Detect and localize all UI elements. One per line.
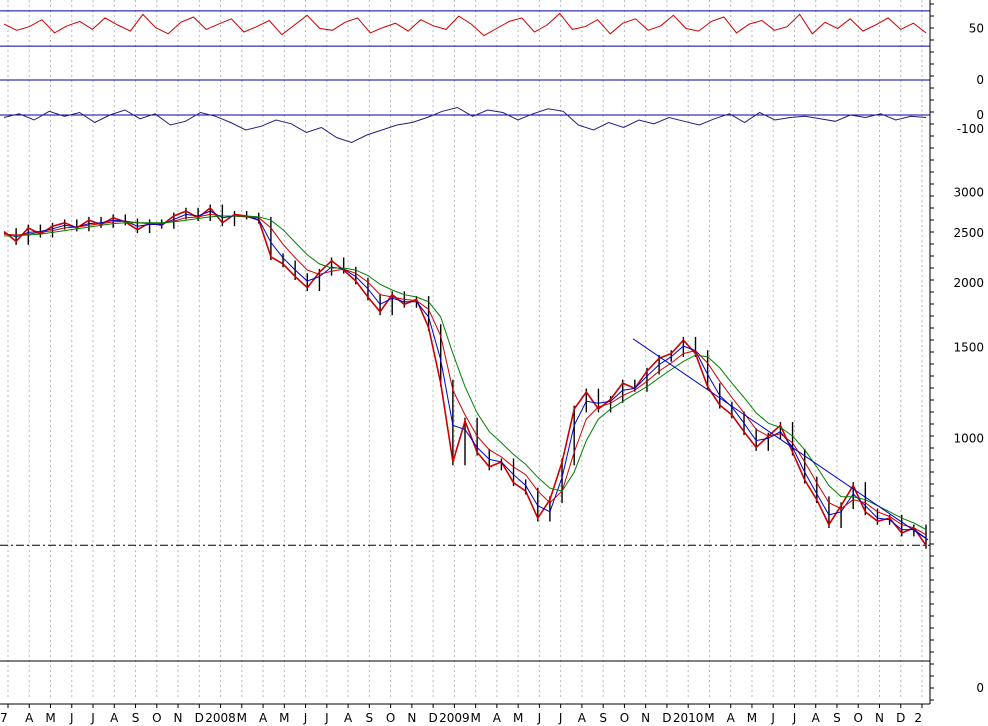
time-axis-label: 2 xyxy=(914,711,922,725)
time-axis-label: M xyxy=(470,711,480,725)
time-axis-label: J xyxy=(324,711,329,725)
time-axis-label: A xyxy=(493,711,502,725)
time-axis-label: 2008 xyxy=(205,711,236,725)
price-tick-label: 1500 xyxy=(953,341,984,355)
time-axis-label: O xyxy=(152,711,161,725)
time-axis-label: D xyxy=(428,711,437,725)
momentum-tick-label: -100 xyxy=(957,122,984,136)
time-axis-label: S xyxy=(833,711,841,725)
time-axis-label: J xyxy=(90,711,95,725)
time-axis-label: 2009 xyxy=(439,711,470,725)
time-axis-label: J xyxy=(558,711,563,725)
time-axis-label: D xyxy=(195,711,204,725)
rsi-tick-label: 50 xyxy=(969,22,984,36)
time-axis-label: A xyxy=(344,711,353,725)
stock-chart: 5000-100300025002000150010000 7AMJJASOND… xyxy=(0,0,988,726)
price-tick-label: 3000 xyxy=(953,185,984,199)
time-axis-label: M xyxy=(747,711,757,725)
chart-background xyxy=(0,0,988,726)
volume-tick-label: 0 xyxy=(976,681,984,695)
time-axis-label: J xyxy=(537,711,542,725)
momentum-tick-label: 0 xyxy=(976,108,984,122)
time-axis-label: J xyxy=(770,711,775,725)
time-axis-label: M xyxy=(513,711,523,725)
time-axis-label: M xyxy=(45,711,55,725)
price-tick-label: 2500 xyxy=(953,226,984,240)
time-axis-label: A xyxy=(812,711,821,725)
price-tick-label: 2000 xyxy=(953,276,984,290)
time-axis-label: J xyxy=(792,711,797,725)
time-axis-label: O xyxy=(854,711,863,725)
time-axis-label: S xyxy=(132,711,140,725)
time-axis-label: O xyxy=(386,711,395,725)
time-axis-label: A xyxy=(259,711,268,725)
time-axis-label: N xyxy=(875,711,884,725)
time-axis-label: S xyxy=(366,711,374,725)
time-axis-label: N xyxy=(174,711,183,725)
time-axis-label: M xyxy=(237,711,247,725)
time-axis-label: 2010 xyxy=(673,711,704,725)
time-axis-label: M xyxy=(279,711,289,725)
time-axis-label: D xyxy=(896,711,905,725)
time-axis-label: A xyxy=(110,711,119,725)
time-axis-label: S xyxy=(599,711,607,725)
time-axis-label: N xyxy=(641,711,650,725)
momentum-tick-label: 0 xyxy=(976,73,984,87)
time-axis-label: M xyxy=(704,711,714,725)
time-axis-label: A xyxy=(727,711,736,725)
time-axis-label: D xyxy=(662,711,671,725)
time-axis-label: 7 xyxy=(0,711,8,725)
price-tick-label: 1000 xyxy=(953,431,984,445)
time-axis-label: N xyxy=(407,711,416,725)
time-axis-label: J xyxy=(303,711,308,725)
time-axis-label: J xyxy=(69,711,74,725)
time-axis-label: A xyxy=(25,711,34,725)
time-axis-label: O xyxy=(620,711,629,725)
time-axis-label: A xyxy=(578,711,587,725)
